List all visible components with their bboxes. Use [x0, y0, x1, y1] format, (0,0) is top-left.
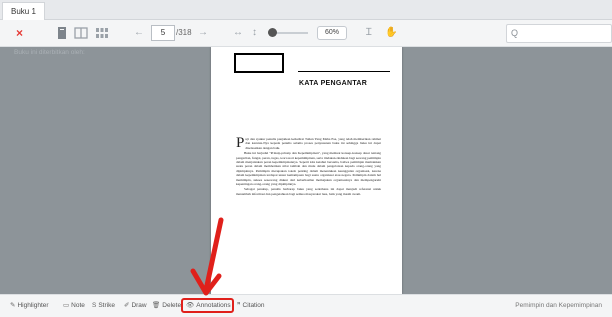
grid-view-icon[interactable]: [95, 26, 109, 40]
paragraph: Sebagai penutup, penulis berharap buku y…: [236, 187, 381, 196]
tab-bar: Buku 1: [0, 0, 612, 20]
note-icon: ▭: [63, 302, 70, 309]
citation-button[interactable]: ❞ Citation: [237, 295, 265, 317]
double-page-icon[interactable]: [74, 26, 88, 40]
quote-icon: ❞: [237, 302, 241, 309]
highlighter-button[interactable]: ✎ Highlighter: [10, 295, 49, 317]
book-title: Pemimpin dan Kepemimpinan: [515, 302, 602, 309]
document-viewer[interactable]: Buku ini diterbitkan oleh: KATA PENGANTA…: [0, 47, 612, 294]
strike-icon: S: [92, 302, 97, 309]
previous-page-icon[interactable]: ←: [134, 20, 144, 46]
highlight-box: [181, 298, 234, 313]
page-body: Puji dan syukur penulis panjatkan kehadi…: [236, 135, 381, 197]
trash-icon: 🗑: [152, 302, 161, 309]
tab-buku-1[interactable]: Buku 1: [2, 2, 45, 20]
next-page-icon[interactable]: →: [198, 20, 208, 46]
page-count: /318: [176, 28, 192, 37]
document-page: KATA PENGANTAR Puji dan syukur penulis p…: [211, 47, 402, 294]
zoom-slider-handle[interactable]: [268, 28, 277, 37]
single-page-icon[interactable]: [55, 26, 69, 40]
text-select-icon[interactable]: Ɪ: [366, 20, 372, 46]
highlighter-icon: ✎: [10, 302, 16, 309]
page-title: KATA PENGANTAR: [299, 80, 368, 87]
paragraph: Buku ini berjudul "Prinsip-prinsip dan K…: [236, 151, 381, 187]
annotation-toolbar: ✎ Highlighter ▭ Note S Strike ✐ Draw 🗑 Delete…: [0, 294, 612, 317]
delete-button[interactable]: 🗑 Delete: [152, 295, 181, 317]
zoom-level[interactable]: 60%: [317, 26, 347, 40]
strike-button[interactable]: S Strike: [92, 295, 115, 317]
zoom-slider[interactable]: [268, 28, 308, 37]
draw-button[interactable]: ✐ Draw: [124, 295, 147, 317]
drop-cap: P: [236, 135, 245, 151]
page-number-input[interactable]: 5: [151, 25, 175, 41]
fit-width-icon[interactable]: ↔: [233, 20, 243, 46]
hand-tool-icon[interactable]: ✋: [385, 20, 397, 46]
close-icon[interactable]: ×: [16, 20, 23, 46]
fit-height-icon[interactable]: ↕: [252, 20, 257, 46]
paragraph: Puji dan syukur penulis panjatkan kehadi…: [236, 135, 381, 151]
publisher-note: Buku ini diterbitkan oleh:: [14, 49, 85, 56]
header-rule: [298, 71, 390, 72]
publisher-logo: [234, 53, 284, 73]
search-icon: Q: [511, 28, 519, 38]
toolbar: × ← 5 /318 → ↔ ↕ 60% Ɪ ✋ Q: [0, 20, 612, 47]
draw-icon: ✐: [124, 302, 130, 309]
search-input[interactable]: Q: [506, 24, 612, 43]
note-button[interactable]: ▭ Note: [63, 295, 85, 317]
